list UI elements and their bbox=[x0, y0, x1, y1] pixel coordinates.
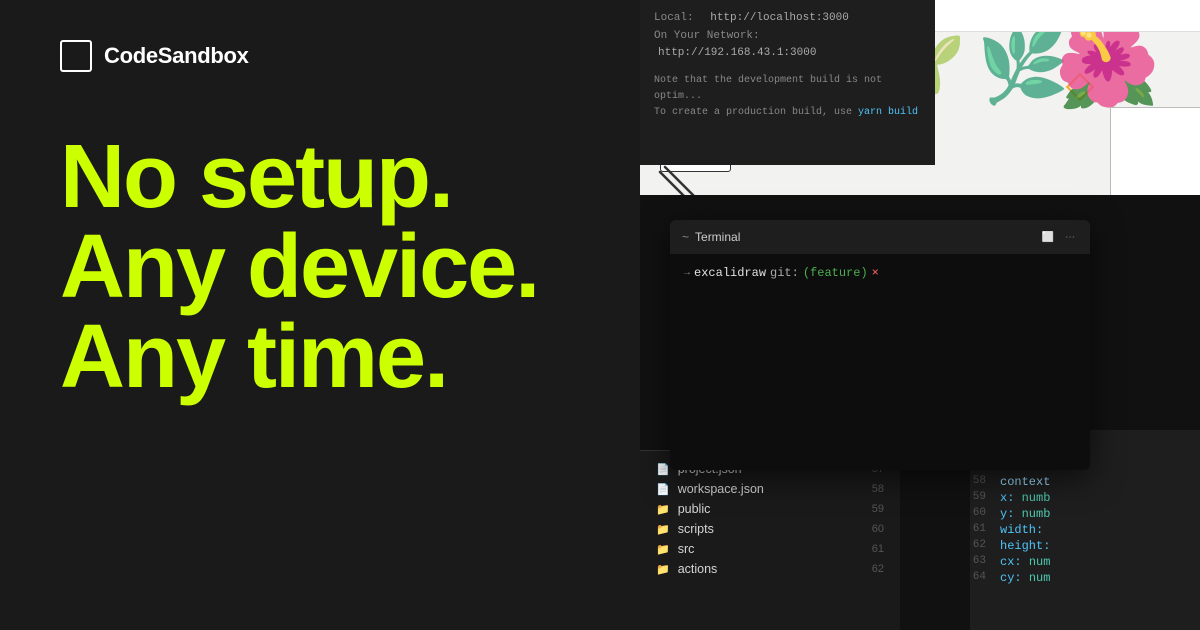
terminal-maximize-btn[interactable]: ⬜ bbox=[1040, 229, 1056, 245]
right-panel: Local: http://localhost:3000 On Your Net… bbox=[640, 0, 1200, 630]
code-line-62: 62 height: bbox=[970, 538, 1200, 554]
linenum-59: 59 bbox=[970, 491, 1000, 503]
left-panel: CodeSandbox No setup. Any device. Any ti… bbox=[0, 0, 660, 630]
plant-decoration-2: 🌺 bbox=[1054, 32, 1160, 107]
hero-line2: Any device. bbox=[60, 222, 600, 312]
linenum-63: 63 bbox=[970, 555, 1000, 567]
code-line-60: 60 y: numb bbox=[970, 506, 1200, 522]
file-item-actions[interactable]: 📁 actions 62 bbox=[640, 559, 900, 579]
terminal-window: ~ Terminal ⬜ ⋯ → excalidraw git: (featur… bbox=[670, 220, 1090, 470]
hero-line3: Any time. bbox=[60, 312, 600, 402]
file-explorer: 📄 project.json 57 📄 workspace.json 58 📁 … bbox=[640, 450, 900, 630]
line-num-59: 59 bbox=[872, 503, 884, 515]
line-num-61: 61 bbox=[872, 543, 884, 555]
devserver-panel: Local: http://localhost:3000 On Your Net… bbox=[640, 0, 935, 165]
file-name-workspace-json: workspace.json bbox=[678, 482, 764, 496]
devserver-note1: Note that the development build is not o… bbox=[654, 75, 882, 102]
folder-name-scripts: scripts bbox=[678, 522, 714, 536]
linenum-61: 61 bbox=[970, 523, 1000, 535]
linenum-60: 60 bbox=[970, 507, 1000, 519]
arrow-strokes bbox=[640, 162, 760, 195]
code-line-64: 64 cy: num bbox=[970, 570, 1200, 586]
folder-icon-scripts: 📁 bbox=[656, 523, 670, 536]
linenum-62: 62 bbox=[970, 539, 1000, 551]
hero-text: No setup. Any device. Any time. bbox=[60, 132, 600, 402]
linenum-64: 64 bbox=[970, 571, 1000, 583]
code-line-58: 58 context bbox=[970, 474, 1200, 490]
network-url: http://192.168.43.1:3000 bbox=[658, 47, 816, 59]
white-card-element bbox=[1110, 107, 1200, 195]
terminal-controls: ⬜ ⋯ bbox=[1040, 229, 1078, 245]
code-line-59: 59 x: numb bbox=[970, 490, 1200, 506]
folder-icon-public: 📁 bbox=[656, 503, 670, 516]
term-arrow-icon: → bbox=[684, 268, 690, 279]
terminal-prompt-line: → excalidraw git: (feature) × bbox=[684, 266, 1076, 280]
terminal-body: → excalidraw git: (feature) × bbox=[670, 254, 1090, 470]
terminal-titlebar: ~ Terminal ⬜ ⋯ bbox=[670, 220, 1090, 254]
file-item-public[interactable]: 📁 public 59 bbox=[640, 499, 900, 519]
file-item-workspace-json[interactable]: 📄 workspace.json 58 bbox=[640, 479, 900, 499]
terminal-prompt-icon: ~ bbox=[682, 230, 689, 244]
local-url: http://localhost:3000 bbox=[710, 12, 849, 24]
linenum-58: 58 bbox=[970, 475, 1000, 487]
devserver-output: Local: http://localhost:3000 On Your Net… bbox=[654, 10, 921, 121]
term-branch: (feature) bbox=[803, 266, 868, 280]
file-item-src[interactable]: 📁 src 61 bbox=[640, 539, 900, 559]
code-line-63: 63 cx: num bbox=[970, 554, 1200, 570]
file-item-scripts[interactable]: 📁 scripts 60 bbox=[640, 519, 900, 539]
folder-name-actions: actions bbox=[678, 562, 718, 576]
devserver-yarn-cmd: yarn build bbox=[858, 107, 918, 118]
network-label: On Your Network: bbox=[654, 30, 760, 42]
logo-area: CodeSandbox bbox=[60, 40, 600, 72]
line-num-62: 62 bbox=[872, 563, 884, 575]
code-line-61: 61 width: bbox=[970, 522, 1200, 538]
terminal-title: Terminal bbox=[695, 230, 740, 244]
folder-icon-actions: 📁 bbox=[656, 563, 670, 576]
term-directory: excalidraw bbox=[694, 266, 766, 280]
term-cursor: × bbox=[872, 266, 879, 280]
file-icon: 📄 bbox=[656, 463, 670, 476]
line-num-60: 60 bbox=[872, 523, 884, 535]
terminal-more-btn[interactable]: ⋯ bbox=[1062, 229, 1078, 245]
folder-icon-src: 📁 bbox=[656, 543, 670, 556]
local-label: Local: bbox=[654, 12, 694, 24]
folder-name-src: src bbox=[678, 542, 695, 556]
line-num-58: 58 bbox=[872, 483, 884, 495]
logo-text: CodeSandbox bbox=[104, 43, 249, 69]
hero-line1: No setup. bbox=[60, 132, 600, 222]
logo-box-icon bbox=[60, 40, 92, 72]
term-git-label: git: bbox=[770, 266, 799, 280]
folder-name-public: public bbox=[678, 502, 711, 516]
devserver-note2: To create a production build, use bbox=[654, 107, 858, 118]
file-icon-workspace: 📄 bbox=[656, 483, 670, 496]
